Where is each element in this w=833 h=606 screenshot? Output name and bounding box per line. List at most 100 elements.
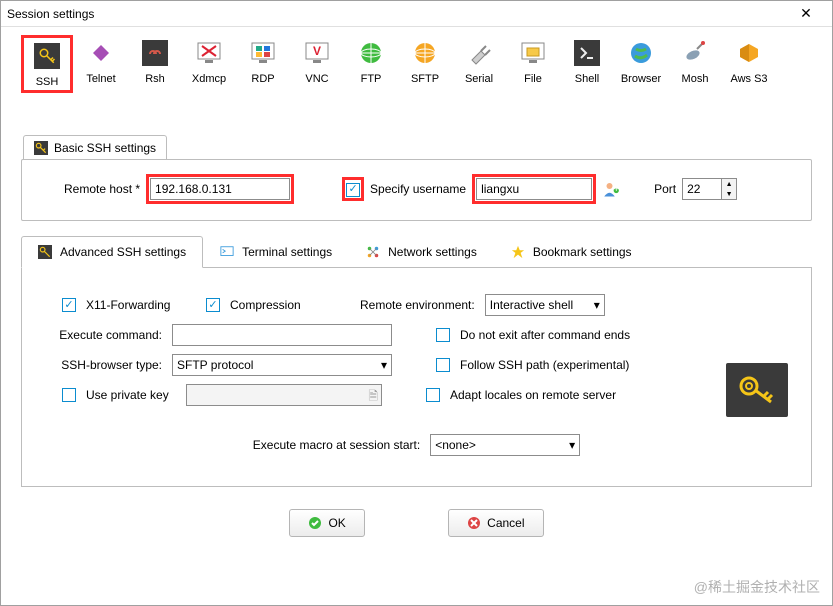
- button-label: Cancel: [487, 516, 524, 530]
- remote-environment-select[interactable]: Interactive shell ▾: [485, 294, 605, 316]
- terminal-icon: [573, 39, 601, 67]
- execute-macro-select[interactable]: <none>▾: [430, 434, 580, 456]
- protocol-browser[interactable]: Browser: [615, 35, 667, 93]
- use-private-key-checkbox[interactable]: [62, 388, 76, 402]
- tab-advanced-ssh-settings[interactable]: Advanced SSH settings: [21, 236, 203, 268]
- protocol-rsh[interactable]: Rsh: [129, 35, 181, 93]
- highlight-specify-username-checkbox: ✓: [342, 177, 364, 201]
- basic-tabstrip: Basic SSH settings: [23, 135, 832, 159]
- basic-ssh-pane: Remote host * ✓ Specify username + Port …: [21, 159, 812, 221]
- follow-ssh-path-checkbox[interactable]: [436, 358, 450, 372]
- no-exit-checkbox[interactable]: [436, 328, 450, 342]
- protocol-shell[interactable]: Shell: [561, 35, 613, 93]
- tab-label: Basic SSH settings: [54, 141, 156, 155]
- key-icon: [38, 245, 52, 259]
- key-icon: [34, 141, 48, 155]
- tab-bookmark-settings[interactable]: Bookmark settings: [494, 236, 649, 268]
- cancel-button[interactable]: Cancel: [448, 509, 543, 537]
- tab-basic-ssh-settings[interactable]: Basic SSH settings: [23, 135, 167, 159]
- tab-label: Bookmark settings: [533, 245, 632, 259]
- protocol-label: File: [524, 73, 542, 85]
- protocol-toolbar: SSH Telnet Rsh Xdmcp RDP V VNC FTP SFTP: [1, 27, 832, 97]
- select-value: SFTP protocol: [177, 358, 253, 372]
- close-button[interactable]: ✕: [786, 5, 826, 22]
- select-value: <none>: [435, 438, 476, 452]
- protocol-xdmcp[interactable]: Xdmcp: [183, 35, 235, 93]
- protocol-label: RDP: [251, 73, 274, 85]
- protocol-label: Xdmcp: [192, 73, 226, 85]
- x-circle-icon: [467, 516, 481, 530]
- aws-icon: [735, 39, 763, 67]
- remote-host-label: Remote host *: [64, 182, 140, 196]
- adapt-locales-checkbox[interactable]: [426, 388, 440, 402]
- specify-username-label: Specify username: [370, 182, 466, 196]
- satellite-icon: [681, 39, 709, 67]
- tab-network-settings[interactable]: Network settings: [349, 236, 494, 268]
- plug-icon: [465, 39, 493, 67]
- button-label: OK: [328, 516, 345, 530]
- specify-username-checkbox[interactable]: ✓: [346, 183, 360, 197]
- highlight-remote-host: [146, 174, 294, 204]
- chain-icon: [141, 39, 169, 67]
- tab-terminal-settings[interactable]: Terminal settings: [203, 236, 349, 268]
- folder-icon: [519, 39, 547, 67]
- protocol-label: Serial: [465, 73, 493, 85]
- protocol-ssh[interactable]: SSH: [21, 35, 73, 93]
- protocol-file[interactable]: File: [507, 35, 559, 93]
- protocol-awss3[interactable]: Aws S3: [723, 35, 775, 93]
- tab-label: Terminal settings: [242, 245, 332, 259]
- dialog-buttons: OK Cancel: [1, 509, 832, 537]
- protocol-label: Aws S3: [730, 73, 767, 85]
- user-picker-icon[interactable]: +: [602, 180, 620, 198]
- port-spinner[interactable]: ▲▼: [722, 178, 737, 200]
- protocol-ftp[interactable]: FTP: [345, 35, 397, 93]
- execute-command-input[interactable]: [172, 324, 392, 346]
- star-icon: [511, 245, 525, 259]
- use-private-key-label: Use private key: [86, 388, 176, 402]
- protocol-rdp[interactable]: RDP: [237, 35, 289, 93]
- browse-file-icon[interactable]: 🗎: [368, 387, 378, 408]
- protocol-mosh[interactable]: Mosh: [669, 35, 721, 93]
- private-key-path-input: [186, 384, 382, 406]
- xmonitor-icon: [195, 39, 223, 67]
- port-input[interactable]: [682, 178, 722, 200]
- compression-checkbox[interactable]: ✓: [206, 298, 220, 312]
- protocol-telnet[interactable]: Telnet: [75, 35, 127, 93]
- username-input[interactable]: [476, 178, 592, 200]
- execute-macro-label: Execute macro at session start:: [253, 438, 420, 452]
- protocol-sftp[interactable]: SFTP: [399, 35, 451, 93]
- x11-forwarding-checkbox[interactable]: ✓: [62, 298, 76, 312]
- execute-command-label: Execute command:: [46, 328, 162, 342]
- globe-orange-icon: [411, 39, 439, 67]
- protocol-label: SFTP: [411, 73, 439, 85]
- advanced-tabstrip: Advanced SSH settings Terminal settings …: [21, 235, 812, 268]
- vnc-icon: V: [303, 39, 331, 67]
- key-icon: [33, 42, 61, 70]
- protocol-vnc[interactable]: V VNC: [291, 35, 343, 93]
- globe-blue-icon: [627, 39, 655, 67]
- check-circle-icon: [308, 516, 322, 530]
- remote-host-input[interactable]: [150, 178, 290, 200]
- rdp-icon: [249, 39, 277, 67]
- protocol-label: FTP: [361, 73, 382, 85]
- session-settings-window: Session settings ✕ SSH Telnet Rsh Xdmcp …: [0, 0, 833, 606]
- protocol-label: SSH: [36, 76, 59, 88]
- tab-label: Network settings: [388, 245, 477, 259]
- protocol-serial[interactable]: Serial: [453, 35, 505, 93]
- chevron-down-icon: ▾: [594, 298, 600, 312]
- ssh-browser-type-label: SSH-browser type:: [46, 358, 162, 372]
- select-value: Interactive shell: [490, 298, 573, 312]
- titlebar: Session settings ✕: [1, 1, 832, 27]
- adapt-locales-label: Adapt locales on remote server: [450, 388, 616, 402]
- terminal-icon: [220, 245, 234, 259]
- ssh-browser-type-select[interactable]: SFTP protocol▾: [172, 354, 392, 376]
- protocol-label: Browser: [621, 73, 661, 85]
- svg-text:+: +: [614, 184, 619, 194]
- compression-label: Compression: [230, 298, 350, 312]
- globe-green-icon: [357, 39, 385, 67]
- watermark: @稀土掘金技术社区: [694, 577, 820, 597]
- no-exit-label: Do not exit after command ends: [460, 328, 630, 342]
- ok-button[interactable]: OK: [289, 509, 364, 537]
- svg-text:V: V: [313, 44, 321, 58]
- window-title: Session settings: [7, 7, 786, 21]
